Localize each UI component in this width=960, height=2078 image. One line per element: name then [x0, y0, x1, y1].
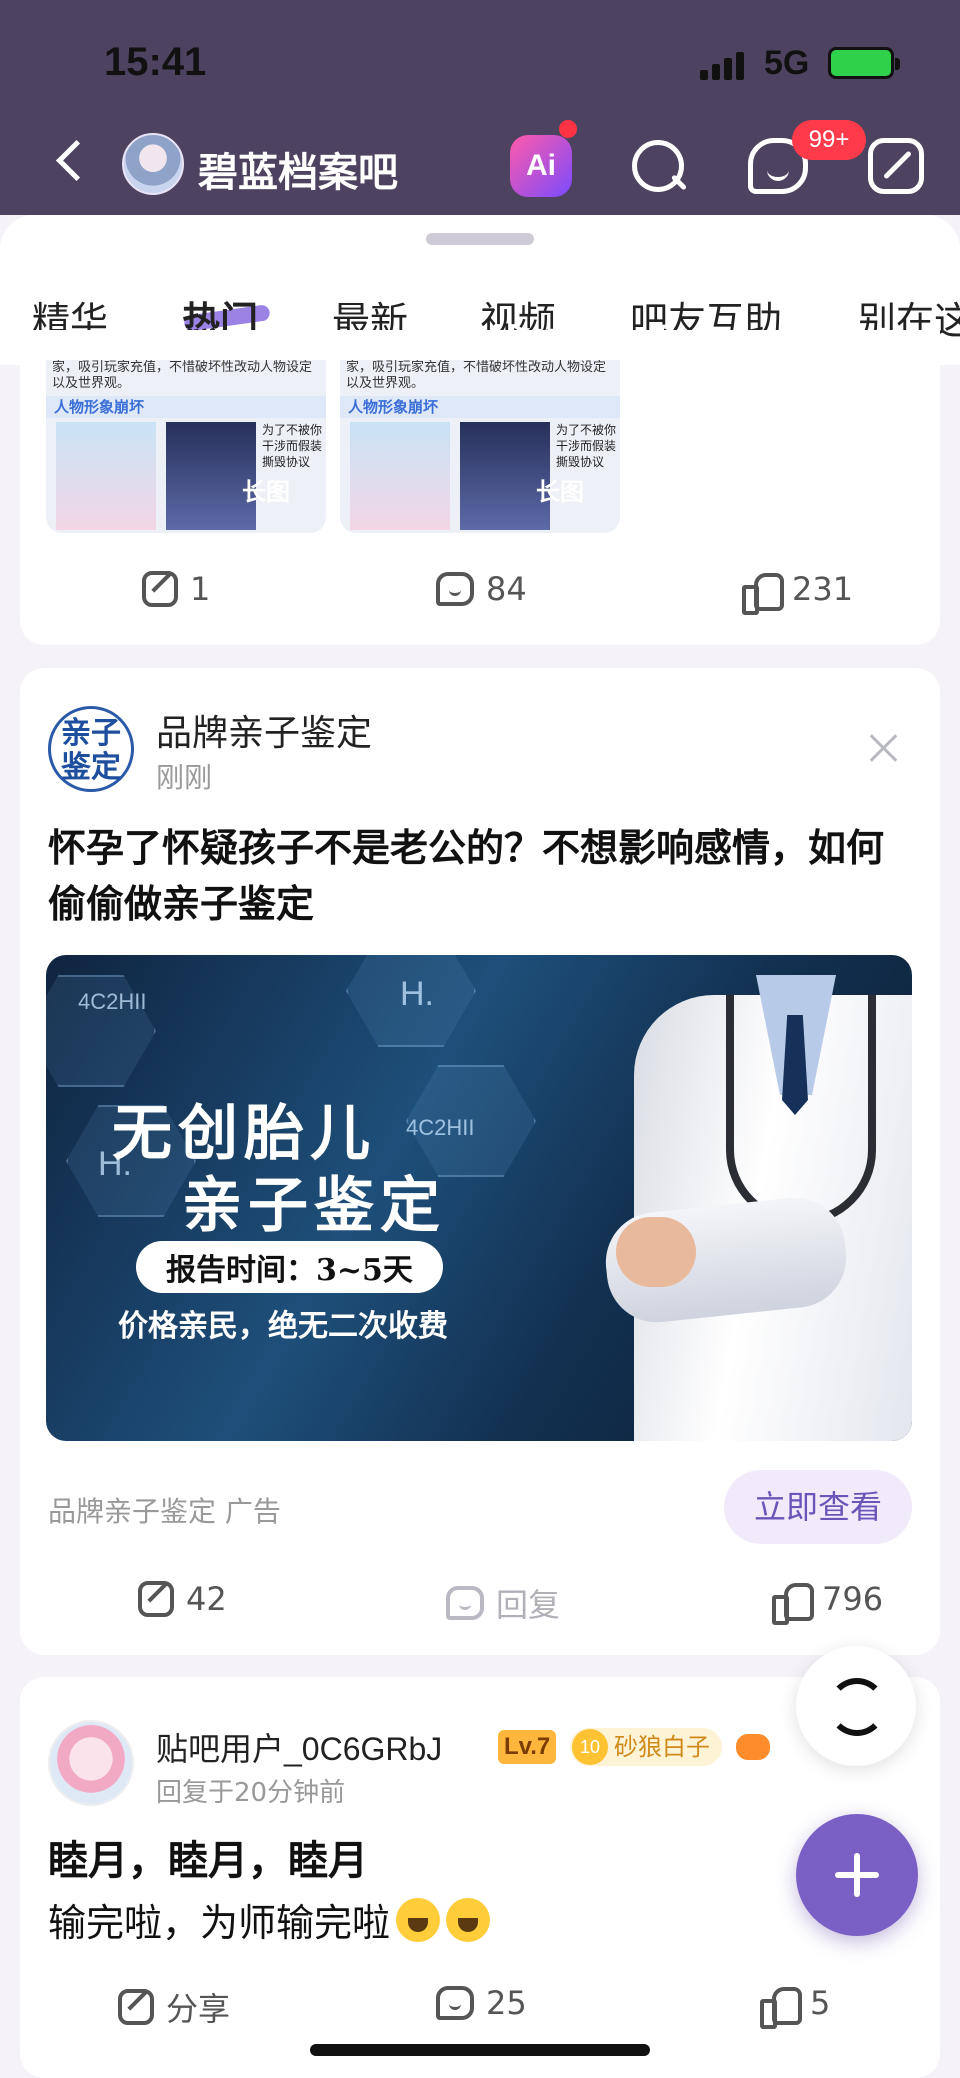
- ad-title[interactable]: 怀孕了怀疑孩子不是老公的？不想影响感情，如何偷偷做亲子鉴定: [48, 820, 908, 932]
- brand-name[interactable]: 品牌亲子鉴定: [156, 704, 372, 756]
- avatar[interactable]: [48, 1720, 134, 1806]
- post-time: 刚刚: [156, 761, 213, 794]
- gamepad-icon: [736, 1734, 770, 1760]
- banner-tagline: 价格亲民，绝无二次收费: [118, 1309, 448, 1344]
- view-now-button[interactable]: 立即查看: [724, 1470, 912, 1544]
- back-button[interactable]: [48, 140, 92, 184]
- image-text: 家，吸引玩家充值，不惜破坏性改动人物设定以及世界观。: [52, 360, 313, 391]
- title-badge: 10 砂狼白子: [570, 1728, 722, 1766]
- compose-icon[interactable]: [868, 138, 924, 194]
- crying-emoji-icon: [446, 1897, 491, 1942]
- like-count: 231: [792, 570, 854, 608]
- comment-count: 84: [486, 570, 527, 608]
- image-character: [56, 422, 156, 530]
- share-label: 分享: [166, 1990, 231, 2028]
- share-button[interactable]: 42: [138, 1580, 227, 1618]
- crying-emoji-icon: [396, 1897, 441, 1942]
- level-badge: Lv.7: [498, 1730, 557, 1764]
- ad-banner-image[interactable]: 4C2HII H. 4C2HII H. 无创胎儿 亲子鉴定 报告时间：3~5天 …: [46, 955, 912, 1441]
- banner-code: 4C2HII: [406, 1115, 475, 1140]
- comment-icon: [436, 572, 474, 606]
- share-icon: [142, 571, 178, 607]
- comment-icon: [446, 1586, 484, 1620]
- close-icon[interactable]: [866, 730, 902, 766]
- search-icon[interactable]: [628, 136, 688, 196]
- like-button[interactable]: 5: [760, 1984, 831, 2029]
- like-button[interactable]: 796: [772, 1580, 884, 1625]
- message-count-badge: 99+: [792, 120, 866, 160]
- ad-source-label: 品牌亲子鉴定 广告: [48, 1495, 281, 1528]
- comment-button[interactable]: 84: [436, 570, 527, 608]
- reply-label: 回复: [496, 1586, 561, 1624]
- like-icon: [760, 1985, 802, 2029]
- status-time: 15:41: [104, 40, 207, 84]
- forum-avatar[interactable]: [122, 133, 184, 195]
- network-type: 5G: [764, 44, 810, 82]
- post-image[interactable]: 家，吸引玩家充值，不惜破坏性改动人物设定以及世界观。 人物形象崩坏 为了不被你干…: [46, 360, 326, 533]
- long-image-label: 长图: [242, 478, 290, 506]
- post-body-text: 输完啦，为师输完啦: [48, 1901, 391, 1945]
- banner-code: H.: [400, 975, 434, 1013]
- comment-icon: [436, 1986, 474, 2020]
- share-count: 42: [186, 1580, 227, 1618]
- forum-title[interactable]: 碧蓝档案吧: [198, 140, 398, 198]
- post-time: 回复于20分钟前: [156, 1778, 346, 1808]
- share-button[interactable]: 1: [142, 570, 210, 608]
- reply-button[interactable]: 回复: [446, 1580, 560, 1626]
- share-button[interactable]: 分享: [118, 1984, 230, 2030]
- banner-report-time: 报告时间：3~5天: [136, 1241, 443, 1293]
- new-post-button[interactable]: [796, 1814, 918, 1936]
- image-character: [350, 422, 450, 530]
- image-text: 家，吸引玩家充值，不惜破坏性改动人物设定以及世界观。: [346, 360, 607, 391]
- long-image-label: 长图: [536, 478, 584, 506]
- image-caption: 为了不被你干涉而假装撕毁协议: [556, 423, 617, 469]
- signal-icon: [700, 48, 750, 80]
- share-count: 1: [190, 570, 211, 608]
- brand-logo[interactable]: 亲子鉴定: [48, 706, 134, 792]
- sheet-grabber[interactable]: [426, 233, 534, 245]
- title-badge-level: 10: [572, 1729, 608, 1765]
- doctor-image: [600, 955, 912, 1441]
- like-count: 796: [822, 1580, 884, 1618]
- like-button[interactable]: 231: [742, 570, 854, 615]
- post-image[interactable]: 家，吸引玩家充值，不惜破坏性改动人物设定以及世界观。 人物形象崩坏 为了不被你干…: [340, 360, 620, 533]
- image-band: 人物形象崩坏: [340, 396, 620, 418]
- refresh-button[interactable]: [796, 1646, 916, 1766]
- title-badge-name: 砂狼白子: [614, 1733, 710, 1761]
- username[interactable]: 贴吧用户_0C6GRbJ: [156, 1724, 442, 1770]
- like-count: 5: [810, 1984, 831, 2022]
- comment-button[interactable]: 25: [436, 1984, 527, 2022]
- battery-icon: [828, 47, 900, 79]
- share-icon: [118, 1989, 154, 2025]
- banner-heading: 亲子鉴定: [182, 1171, 446, 1241]
- post-body[interactable]: 输完啦，为师输完啦: [48, 1892, 491, 1947]
- image-caption: 为了不被你干涉而假装撕毁协议: [262, 423, 323, 469]
- ai-notification-dot: [559, 120, 577, 138]
- post-title[interactable]: 睦月，睦月，睦月: [48, 1828, 368, 1886]
- like-icon: [772, 1581, 814, 1625]
- banner-code: 4C2HII: [78, 989, 147, 1014]
- comment-count: 25: [486, 1984, 527, 2022]
- home-indicator: [310, 2044, 650, 2056]
- ai-assistant-button[interactable]: Ai: [510, 135, 572, 197]
- like-icon: [742, 571, 784, 615]
- image-band: 人物形象崩坏: [46, 396, 326, 418]
- share-icon: [138, 1581, 174, 1617]
